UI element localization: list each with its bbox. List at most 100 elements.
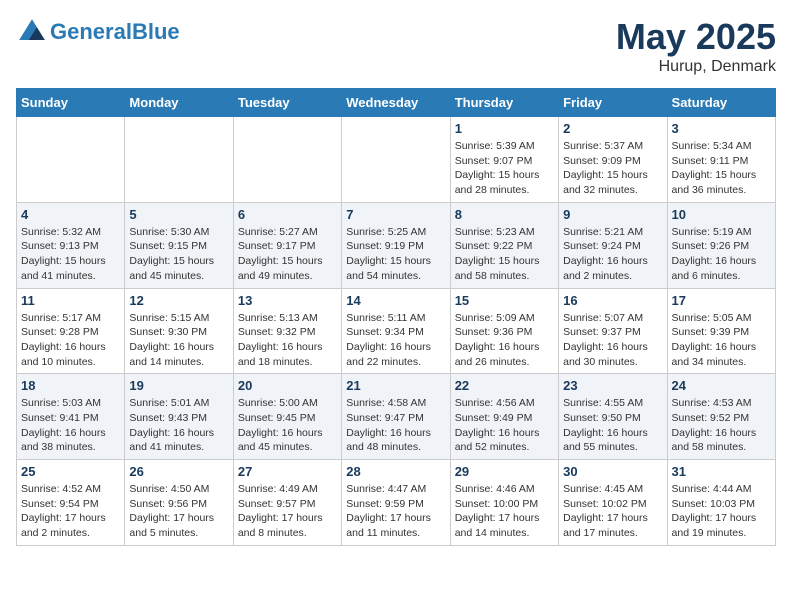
day-info-line: Daylight: 16 hours <box>563 340 662 355</box>
day-info-line: Daylight: 17 hours <box>672 511 771 526</box>
day-info-line: Sunrise: 5:21 AM <box>563 225 662 240</box>
day-number: 22 <box>455 378 554 393</box>
day-info-line: Daylight: 16 hours <box>21 426 120 441</box>
calendar-day-6: 6Sunrise: 5:27 AMSunset: 9:17 PMDaylight… <box>233 202 341 288</box>
day-number: 26 <box>129 464 228 479</box>
day-info-line: Daylight: 16 hours <box>129 340 228 355</box>
day-info-line: Sunset: 9:09 PM <box>563 154 662 169</box>
day-info-line: and 28 minutes. <box>455 183 554 198</box>
day-number: 11 <box>21 293 120 308</box>
calendar-day-10: 10Sunrise: 5:19 AMSunset: 9:26 PMDayligh… <box>667 202 775 288</box>
day-info-line: Daylight: 17 hours <box>455 511 554 526</box>
calendar-table: SundayMondayTuesdayWednesdayThursdayFrid… <box>16 88 776 546</box>
calendar-week-row: 11Sunrise: 5:17 AMSunset: 9:28 PMDayligh… <box>17 288 776 374</box>
day-info-line: Sunrise: 5:13 AM <box>238 311 337 326</box>
day-info-line: and 34 minutes. <box>672 355 771 370</box>
calendar-day-24: 24Sunrise: 4:53 AMSunset: 9:52 PMDayligh… <box>667 374 775 460</box>
day-info-line: Sunset: 9:07 PM <box>455 154 554 169</box>
day-info-line: Daylight: 16 hours <box>672 340 771 355</box>
calendar-week-row: 18Sunrise: 5:03 AMSunset: 9:41 PMDayligh… <box>17 374 776 460</box>
day-info-line: Daylight: 16 hours <box>346 426 445 441</box>
day-info-line: Sunrise: 4:58 AM <box>346 396 445 411</box>
day-info-line: Daylight: 16 hours <box>129 426 228 441</box>
day-number: 12 <box>129 293 228 308</box>
calendar-day-9: 9Sunrise: 5:21 AMSunset: 9:24 PMDaylight… <box>559 202 667 288</box>
day-info-line: Sunrise: 5:39 AM <box>455 139 554 154</box>
calendar-day-27: 27Sunrise: 4:49 AMSunset: 9:57 PMDayligh… <box>233 460 341 546</box>
day-number: 9 <box>563 207 662 222</box>
day-info-line: Sunrise: 5:07 AM <box>563 311 662 326</box>
calendar-day-21: 21Sunrise: 4:58 AMSunset: 9:47 PMDayligh… <box>342 374 450 460</box>
day-info-line: and 22 minutes. <box>346 355 445 370</box>
day-info-line: Sunrise: 5:30 AM <box>129 225 228 240</box>
day-info-line: Sunrise: 4:53 AM <box>672 396 771 411</box>
calendar-day-4: 4Sunrise: 5:32 AMSunset: 9:13 PMDaylight… <box>17 202 125 288</box>
day-info-line: Daylight: 16 hours <box>455 340 554 355</box>
weekday-header-tuesday: Tuesday <box>233 89 341 117</box>
day-info-line: Daylight: 16 hours <box>346 340 445 355</box>
calendar-day-7: 7Sunrise: 5:25 AMSunset: 9:19 PMDaylight… <box>342 202 450 288</box>
day-info-line: and 10 minutes. <box>21 355 120 370</box>
day-number: 15 <box>455 293 554 308</box>
day-number: 14 <box>346 293 445 308</box>
day-info-line: and 2 minutes. <box>21 526 120 541</box>
day-number: 5 <box>129 207 228 222</box>
calendar-day-15: 15Sunrise: 5:09 AMSunset: 9:36 PMDayligh… <box>450 288 558 374</box>
day-info-line: Sunrise: 4:49 AM <box>238 482 337 497</box>
day-number: 21 <box>346 378 445 393</box>
day-info-line: Sunset: 10:02 PM <box>563 497 662 512</box>
day-info-line: and 17 minutes. <box>563 526 662 541</box>
calendar-empty-cell <box>17 117 125 203</box>
day-info-line: Sunrise: 5:32 AM <box>21 225 120 240</box>
calendar-day-17: 17Sunrise: 5:05 AMSunset: 9:39 PMDayligh… <box>667 288 775 374</box>
calendar-day-28: 28Sunrise: 4:47 AMSunset: 9:59 PMDayligh… <box>342 460 450 546</box>
day-info-line: Sunset: 9:17 PM <box>238 239 337 254</box>
day-info-line: Daylight: 15 hours <box>455 168 554 183</box>
day-info-line: and 55 minutes. <box>563 440 662 455</box>
day-info-line: Sunset: 9:37 PM <box>563 325 662 340</box>
day-info-line: and 6 minutes. <box>672 269 771 284</box>
weekday-header-row: SundayMondayTuesdayWednesdayThursdayFrid… <box>17 89 776 117</box>
day-number: 3 <box>672 121 771 136</box>
logo-icon <box>16 16 48 48</box>
calendar-week-row: 1Sunrise: 5:39 AMSunset: 9:07 PMDaylight… <box>17 117 776 203</box>
day-number: 2 <box>563 121 662 136</box>
day-number: 17 <box>672 293 771 308</box>
day-info-line: Sunset: 10:00 PM <box>455 497 554 512</box>
weekday-header-thursday: Thursday <box>450 89 558 117</box>
day-info-line: and 14 minutes. <box>455 526 554 541</box>
day-info-line: and 18 minutes. <box>238 355 337 370</box>
day-info-line: Daylight: 15 hours <box>129 254 228 269</box>
day-number: 19 <box>129 378 228 393</box>
day-number: 7 <box>346 207 445 222</box>
day-number: 28 <box>346 464 445 479</box>
day-info-line: Sunrise: 4:50 AM <box>129 482 228 497</box>
day-info-line: Sunrise: 5:37 AM <box>563 139 662 154</box>
day-number: 16 <box>563 293 662 308</box>
day-info-line: Sunrise: 5:15 AM <box>129 311 228 326</box>
calendar-day-20: 20Sunrise: 5:00 AMSunset: 9:45 PMDayligh… <box>233 374 341 460</box>
day-number: 4 <box>21 207 120 222</box>
day-info-line: and 48 minutes. <box>346 440 445 455</box>
calendar-empty-cell <box>342 117 450 203</box>
day-info-line: and 14 minutes. <box>129 355 228 370</box>
calendar-day-5: 5 Sunrise: 5:30 AMSunset: 9:15 PMDaylight… <box>125 202 233 288</box>
calendar-week-row: 4Sunrise: 5:32 AMSunset: 9:13 PMDaylight… <box>17 202 776 288</box>
weekday-header-monday: Monday <box>125 89 233 117</box>
weekday-header-sunday: Sunday <box>17 89 125 117</box>
day-info-line: Sunrise: 4:56 AM <box>455 396 554 411</box>
day-info-line: Sunrise: 4:46 AM <box>455 482 554 497</box>
page-header: GeneralBlue May 2025 Hurup, Denmark <box>16 16 776 76</box>
day-info-line: Daylight: 16 hours <box>238 340 337 355</box>
day-info-line: and 8 minutes. <box>238 526 337 541</box>
day-number: 30 <box>563 464 662 479</box>
day-info-line: Sunset: 9:19 PM <box>346 239 445 254</box>
day-info-line: Sunset: 9:15 PM <box>129 239 228 254</box>
day-number: 20 <box>238 378 337 393</box>
month-title: May 2025 <box>616 16 776 58</box>
calendar-day-11: 11Sunrise: 5:17 AMSunset: 9:28 PMDayligh… <box>17 288 125 374</box>
day-info-line: and 41 minutes. <box>21 269 120 284</box>
calendar-week-row: 25Sunrise: 4:52 AMSunset: 9:54 PMDayligh… <box>17 460 776 546</box>
calendar-day-14: 14Sunrise: 5:11 AMSunset: 9:34 PMDayligh… <box>342 288 450 374</box>
day-info-line: Daylight: 15 hours <box>238 254 337 269</box>
